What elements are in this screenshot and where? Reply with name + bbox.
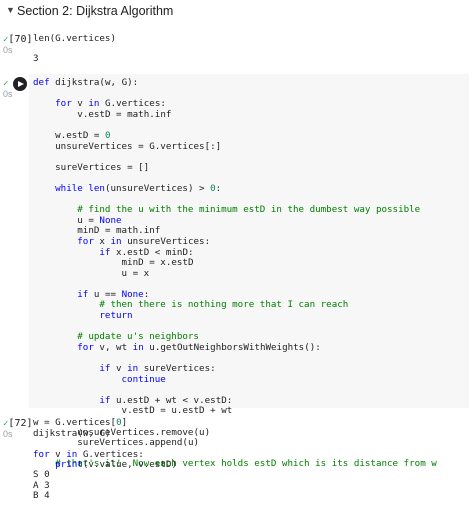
code-editor[interactable]: len(G.vertices): [33, 33, 116, 45]
section-header[interactable]: ▼ Section 2: Dijkstra Algorithm: [0, 0, 474, 24]
code-line: for v in G.vertices:: [55, 98, 166, 110]
code-line: for v, wt in u.getOutNeighborsWithWeight…: [77, 341, 321, 353]
code-line: for x in unsureVertices:: [77, 235, 211, 247]
code-line: u = None: [77, 214, 122, 226]
code-line: if u == None:: [77, 288, 150, 300]
exec-count: [72]: [8, 418, 33, 429]
exec-indicator: ✓[72]: [3, 418, 33, 429]
code-line: dijkstra(w, G): [33, 427, 111, 439]
code-line: def dijkstra(w, G):: [33, 77, 139, 88]
code-line: print(v.value, v.estD): [55, 459, 177, 471]
code-line: while len(unsureVertices) > 0:: [55, 182, 222, 194]
code-line: # find the u with the minimum estD in th…: [77, 204, 421, 216]
exec-time: 0s: [3, 89, 13, 99]
code-cell[interactable]: ✓ 0s def dijkstra(w, G): for v in G.vert…: [0, 72, 474, 469]
code-line: w.estD = 0: [55, 129, 111, 141]
code-line: return: [99, 310, 133, 322]
code-line: continue: [121, 373, 166, 385]
exec-time: 0s: [3, 429, 13, 439]
code-line: for v in G.vertices:: [33, 448, 144, 460]
exec-count: [70]: [8, 34, 33, 45]
code-cell[interactable]: ✓[70] 0s len(G.vertices) 3: [0, 28, 474, 68]
code-line: A 3: [33, 479, 50, 491]
play-run-icon[interactable]: [13, 77, 27, 91]
code-line: u = x: [121, 267, 150, 279]
code-line: w = G.vertices[0]: [33, 417, 128, 428]
code-line: minD = math.inf: [77, 225, 161, 237]
cell-output: 3: [33, 53, 39, 65]
check-icon: ✓: [3, 79, 9, 89]
code-line: B 4: [33, 490, 50, 502]
code-line: v.estD = math.inf: [77, 108, 172, 120]
code-line: sureVertices = []: [55, 161, 150, 173]
exec-time: 0s: [3, 45, 13, 55]
code-line: len(G.vertices): [33, 33, 116, 44]
exec-indicator: ✓: [3, 78, 8, 89]
code-editor[interactable]: w = G.vertices[0] dijkstra(w, G) for v i…: [33, 417, 177, 471]
code-cell[interactable]: ✓[72] 0s w = G.vertices[0] dijkstra(w, G…: [0, 416, 474, 513]
code-editor[interactable]: def dijkstra(w, G): for v in G.vertices:…: [33, 77, 437, 470]
code-line: # then there is nothing more that I can …: [99, 299, 349, 311]
exec-indicator: ✓[70]: [3, 34, 33, 45]
caret-down-icon[interactable]: ▼: [6, 5, 15, 15]
code-line: if x.estD < minD:: [99, 246, 194, 258]
code-line: if u.estD + wt < v.estD:: [99, 394, 233, 406]
code-line: # update u's neighbors: [77, 331, 199, 343]
code-line: unsureVertices = G.vertices[:]: [55, 140, 222, 152]
code-line: minD = x.estD: [121, 257, 194, 269]
code-line: S 0: [33, 469, 50, 480]
output-line: 3: [33, 53, 39, 64]
section-title: Section 2: Dijkstra Algorithm: [17, 4, 174, 18]
code-line: v.estD = u.estD + wt: [121, 405, 233, 417]
cell-output: S 0 A 3 B 4: [33, 469, 50, 502]
code-line: if v in sureVertices:: [99, 363, 216, 375]
